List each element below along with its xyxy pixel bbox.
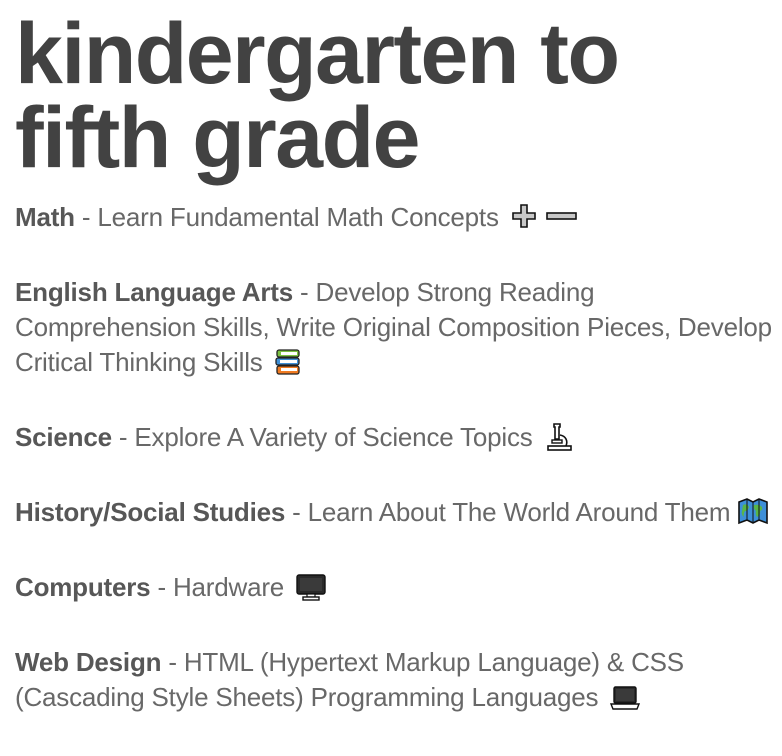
subject-separator: -	[161, 647, 184, 677]
laptop-icon	[609, 685, 641, 720]
page-content: kindergarten to fifth grade Math - Learn…	[15, 0, 775, 755]
subject-math: Math - Learn Fundamental Math Concepts	[15, 200, 775, 240]
page-title: kindergarten to fifth grade	[15, 0, 775, 186]
subject-name: English Language Arts	[15, 277, 293, 307]
subject-name: Web Design	[15, 647, 162, 677]
subject-description: Hardware	[172, 572, 285, 602]
subject-list: Math - Learn Fundamental Math Concepts E…	[15, 200, 775, 720]
subject-separator: -	[111, 422, 135, 452]
subject-separator: -	[285, 497, 308, 527]
subject-description: Learn Fundamental Math Concepts	[97, 202, 499, 232]
page-title-line-1: kindergarten to	[15, 6, 620, 102]
subject-name: Science	[15, 422, 112, 452]
subject-english-language-arts: English Language Arts - Develop Strong R…	[15, 275, 775, 385]
subject-computers: Computers - Hardware	[15, 570, 775, 610]
subject-web-design: Web Design - HTML (Hypertext Markup Lang…	[15, 645, 775, 720]
subject-description: Explore A Variety of Science Topics	[134, 422, 533, 452]
subject-name: Computers	[15, 572, 151, 602]
subject-description: Learn About The World Around Them	[307, 497, 731, 527]
subject-science: Science - Explore A Variety of Science T…	[15, 420, 775, 460]
desktop-computer-icon	[295, 573, 327, 610]
page-title-line-2: fifth grade	[15, 90, 420, 186]
microscope-icon	[544, 421, 574, 460]
plus-minus-icon	[510, 201, 580, 240]
subject-name: Math	[15, 202, 75, 232]
subject-separator: -	[292, 277, 316, 307]
books-icon	[274, 348, 302, 385]
world-map-icon	[737, 496, 769, 535]
subject-separator: -	[74, 202, 98, 232]
subject-name: History/Social Studies	[15, 497, 286, 527]
subject-separator: -	[150, 572, 173, 602]
subject-history-social-studies: History/Social Studies - Learn About The…	[15, 495, 775, 535]
